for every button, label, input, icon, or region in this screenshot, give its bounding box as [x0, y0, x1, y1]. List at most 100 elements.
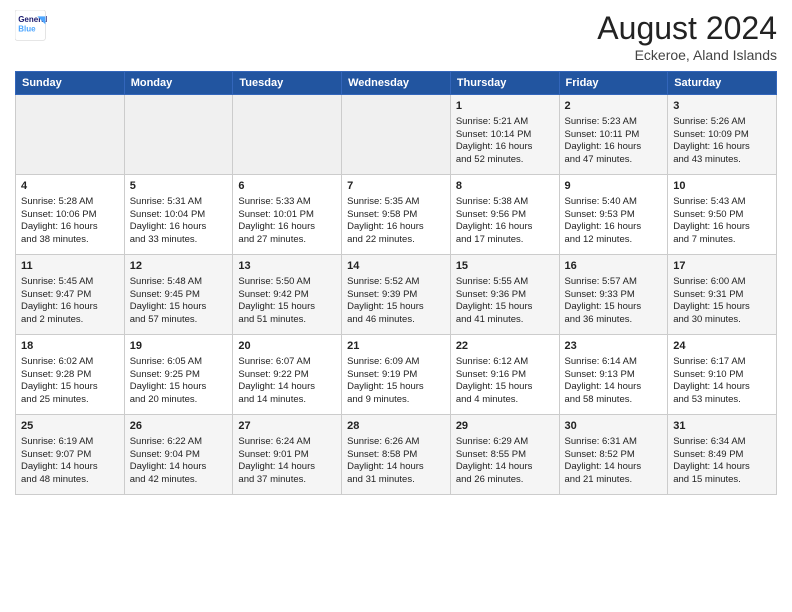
day-number: 15 [456, 259, 554, 274]
cell-content: Sunset: 10:06 PM [21, 209, 119, 222]
cell-content: Daylight: 16 hours [456, 221, 554, 234]
calendar-cell: 27Sunrise: 6:24 AMSunset: 9:01 PMDayligh… [233, 415, 342, 495]
calendar-cell: 21Sunrise: 6:09 AMSunset: 9:19 PMDayligh… [342, 335, 451, 415]
cell-content: and 21 minutes. [565, 474, 663, 487]
cell-content: Daylight: 15 hours [21, 381, 119, 394]
day-number: 19 [130, 339, 228, 354]
col-header-tuesday: Tuesday [233, 72, 342, 95]
cell-content: Daylight: 16 hours [21, 221, 119, 234]
cell-content: Sunrise: 5:28 AM [21, 196, 119, 209]
calendar-cell: 14Sunrise: 5:52 AMSunset: 9:39 PMDayligh… [342, 255, 451, 335]
cell-content: Daylight: 16 hours [130, 221, 228, 234]
cell-content: Daylight: 15 hours [347, 381, 445, 394]
calendar-cell: 4 Sunrise: 5:28 AMSunset: 10:06 PMDayligh… [16, 175, 125, 255]
calendar-cell: 18Sunrise: 6:02 AMSunset: 9:28 PMDayligh… [16, 335, 125, 415]
week-row-3: 11Sunrise: 5:45 AMSunset: 9:47 PMDayligh… [16, 255, 777, 335]
cell-content: and 20 minutes. [130, 394, 228, 407]
cell-content: Sunrise: 5:26 AM [673, 116, 771, 129]
day-number: 26 [130, 419, 228, 434]
day-number: 2 [565, 99, 663, 114]
cell-content: Daylight: 14 hours [130, 461, 228, 474]
cell-content: and 47 minutes. [565, 154, 663, 167]
cell-content: Sunrise: 5:45 AM [21, 276, 119, 289]
cell-content: Daylight: 16 hours [565, 141, 663, 154]
cell-content: Sunset: 9:07 PM [21, 449, 119, 462]
calendar-cell: 22Sunrise: 6:12 AMSunset: 9:16 PMDayligh… [450, 335, 559, 415]
cell-content: and 15 minutes. [673, 474, 771, 487]
cell-content: Sunrise: 6:26 AM [347, 436, 445, 449]
cell-content: Sunset: 9:58 PM [347, 209, 445, 222]
cell-content: Daylight: 16 hours [347, 221, 445, 234]
cell-content: Sunset: 9:36 PM [456, 289, 554, 302]
cell-content: Sunrise: 5:40 AM [565, 196, 663, 209]
cell-content: and 27 minutes. [238, 234, 336, 247]
cell-content: Daylight: 16 hours [238, 221, 336, 234]
cell-content: Sunset: 9:42 PM [238, 289, 336, 302]
day-number: 1 [456, 99, 554, 114]
day-number: 18 [21, 339, 119, 354]
calendar-cell: 29Sunrise: 6:29 AMSunset: 8:55 PMDayligh… [450, 415, 559, 495]
day-number: 27 [238, 419, 336, 434]
cell-content: Sunset: 9:53 PM [565, 209, 663, 222]
cell-content: Sunrise: 5:33 AM [238, 196, 336, 209]
calendar-cell: 15Sunrise: 5:55 AMSunset: 9:36 PMDayligh… [450, 255, 559, 335]
day-number: 4 [21, 179, 119, 194]
calendar-cell: 17Sunrise: 6:00 AMSunset: 9:31 PMDayligh… [668, 255, 777, 335]
cell-content: Daylight: 14 hours [347, 461, 445, 474]
cell-content: and 22 minutes. [347, 234, 445, 247]
calendar-table: SundayMondayTuesdayWednesdayThursdayFrid… [15, 71, 777, 495]
day-number: 6 [238, 179, 336, 194]
cell-content: Daylight: 15 hours [347, 301, 445, 314]
day-number: 22 [456, 339, 554, 354]
cell-content: Sunset: 9:31 PM [673, 289, 771, 302]
calendar-cell [124, 95, 233, 175]
cell-content: and 38 minutes. [21, 234, 119, 247]
main-title: August 2024 [597, 10, 777, 47]
calendar-cell: 9Sunrise: 5:40 AMSunset: 9:53 PMDaylight… [559, 175, 668, 255]
cell-content: and 37 minutes. [238, 474, 336, 487]
calendar-cell: 30Sunrise: 6:31 AMSunset: 8:52 PMDayligh… [559, 415, 668, 495]
cell-content: Sunset: 9:39 PM [347, 289, 445, 302]
cell-content: Sunrise: 6:22 AM [130, 436, 228, 449]
week-row-1: 1Sunrise: 5:21 AMSunset: 10:14 PMDayligh… [16, 95, 777, 175]
cell-content: Sunset: 9:19 PM [347, 369, 445, 382]
cell-content: Daylight: 14 hours [238, 461, 336, 474]
calendar-cell: 26Sunrise: 6:22 AMSunset: 9:04 PMDayligh… [124, 415, 233, 495]
page: General Blue August 2024 Eckeroe, Aland … [0, 0, 792, 612]
day-number: 5 [130, 179, 228, 194]
header: General Blue August 2024 Eckeroe, Aland … [15, 10, 777, 63]
cell-content: Sunset: 9:33 PM [565, 289, 663, 302]
day-number: 23 [565, 339, 663, 354]
day-number: 17 [673, 259, 771, 274]
col-header-wednesday: Wednesday [342, 72, 451, 95]
cell-content: Sunrise: 6:19 AM [21, 436, 119, 449]
calendar-cell: 3Sunrise: 5:26 AMSunset: 10:09 PMDayligh… [668, 95, 777, 175]
day-number: 25 [21, 419, 119, 434]
logo: General Blue [15, 10, 47, 42]
cell-content: Sunset: 9:22 PM [238, 369, 336, 382]
cell-content: Daylight: 15 hours [565, 301, 663, 314]
col-header-thursday: Thursday [450, 72, 559, 95]
calendar-cell [342, 95, 451, 175]
cell-content: Daylight: 15 hours [456, 301, 554, 314]
day-number: 30 [565, 419, 663, 434]
cell-content: and 36 minutes. [565, 314, 663, 327]
calendar-cell: 11Sunrise: 5:45 AMSunset: 9:47 PMDayligh… [16, 255, 125, 335]
cell-content: Sunrise: 6:00 AM [673, 276, 771, 289]
day-number: 9 [565, 179, 663, 194]
cell-content: Daylight: 14 hours [673, 381, 771, 394]
cell-content: Sunrise: 5:43 AM [673, 196, 771, 209]
week-row-2: 4Sunrise: 5:28 AMSunset: 10:06 PMDayligh… [16, 175, 777, 255]
cell-content: and 7 minutes. [673, 234, 771, 247]
cell-content: Sunset: 8:55 PM [456, 449, 554, 462]
cell-content: and 14 minutes. [238, 394, 336, 407]
cell-content: Sunset: 10:09 PM [673, 129, 771, 142]
cell-content: Sunrise: 6:29 AM [456, 436, 554, 449]
week-row-5: 25 Sunrise: 6:19 AMSunset: 9:07 PM Dayligh… [16, 415, 777, 495]
cell-content: and 43 minutes. [673, 154, 771, 167]
calendar-cell: 16Sunrise: 5:57 AMSunset: 9:33 PMDayligh… [559, 255, 668, 335]
cell-content: and 41 minutes. [456, 314, 554, 327]
cell-content: Daylight: 16 hours [21, 301, 119, 314]
cell-content: and 53 minutes. [673, 394, 771, 407]
cell-content: Sunrise: 5:21 AM [456, 116, 554, 129]
